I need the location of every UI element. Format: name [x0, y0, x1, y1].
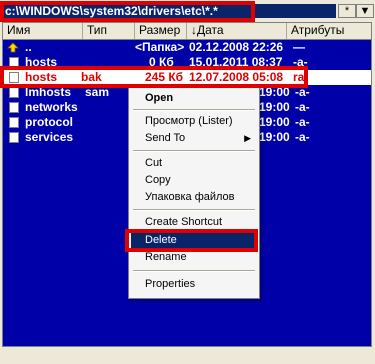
file-row-parent[interactable]: .. <Папка> 02.12.2008 22:26 —: [3, 40, 371, 55]
file-ext: bak: [81, 70, 102, 84]
file-date: 19:00: [259, 100, 290, 114]
menu-item-send-to-label: Send To: [145, 132, 186, 144]
menu-item-properties[interactable]: Properties: [131, 276, 257, 292]
file-attr: -a-: [295, 130, 310, 144]
file-date: 19:00: [259, 85, 290, 99]
file-manager-window: c:\WINDOWS\system32\drivers\etc\*.* * ▼ …: [0, 0, 375, 364]
up-folder-icon: [7, 42, 19, 53]
file-size: 245 Кб: [145, 70, 184, 84]
file-row-selected[interactable]: hosts bak 245 Кб 12.07.2008 05:08 ra-: [3, 70, 371, 85]
file-date: 12.07.2008 05:08: [189, 70, 284, 84]
menu-item-view[interactable]: Просмотр (Lister): [131, 113, 257, 129]
menu-separator: [133, 109, 255, 111]
menu-item-rename[interactable]: Rename: [131, 249, 257, 265]
path-bar: c:\WINDOWS\system32\drivers\etc\*.* * ▼: [2, 4, 374, 18]
column-name[interactable]: Имя: [3, 23, 83, 39]
file-name: ..: [25, 40, 32, 54]
file-icon: [9, 57, 19, 68]
submenu-arrow-icon: ▶: [244, 133, 251, 143]
file-size: <Папка>: [135, 40, 185, 54]
star-filter-button[interactable]: *: [338, 4, 356, 18]
menu-item-delete[interactable]: Delete: [131, 232, 257, 248]
file-size: 0 Кб: [149, 55, 174, 69]
menu-item-open[interactable]: Open: [131, 90, 257, 106]
history-dropdown-button[interactable]: ▼: [356, 4, 374, 18]
column-attributes[interactable]: Атрибуты: [287, 23, 371, 39]
file-icon: [9, 132, 19, 143]
file-name: lmhosts: [25, 85, 72, 99]
file-icon: [9, 72, 19, 83]
file-name: hosts: [25, 70, 58, 84]
file-icon: [9, 102, 19, 113]
file-icon: [9, 87, 19, 98]
menu-item-copy[interactable]: Copy: [131, 172, 257, 188]
file-name: protocol: [25, 115, 73, 129]
menu-separator: [133, 209, 255, 211]
file-name: networks: [25, 100, 78, 114]
file-icon: [9, 117, 19, 128]
file-ext: sam: [85, 85, 110, 99]
column-type[interactable]: Тип: [83, 23, 135, 39]
menu-item-send-to[interactable]: Send To ▶: [131, 130, 257, 146]
menu-item-create-shortcut[interactable]: Create Shortcut: [131, 214, 257, 230]
file-attr: —: [293, 40, 305, 54]
context-menu: Open Просмотр (Lister) Send To ▶ Cut Cop…: [128, 87, 260, 299]
menu-separator: [133, 270, 255, 272]
file-date: 15.01.2011 08:37: [189, 55, 283, 69]
file-date: 19:00: [259, 115, 290, 129]
file-attr: -a-: [295, 85, 310, 99]
file-name: services: [25, 130, 74, 144]
menu-item-cut[interactable]: Cut: [131, 155, 257, 171]
menu-separator: [133, 150, 255, 152]
file-date: 02.12.2008 22:26: [189, 40, 284, 54]
file-attr: -a-: [295, 115, 310, 129]
file-attr: -a-: [293, 55, 308, 69]
column-header: Имя Тип Размер ↓Дата Атрибуты: [3, 23, 371, 40]
file-row[interactable]: hosts 0 Кб 15.01.2011 08:37 -a-: [3, 55, 371, 70]
file-date: 19:00: [259, 130, 290, 144]
menu-item-pack[interactable]: Упаковка файлов: [131, 189, 257, 205]
file-name: hosts: [25, 55, 58, 69]
path-field[interactable]: c:\WINDOWS\system32\drivers\etc\*.*: [2, 4, 336, 18]
column-size[interactable]: Размер: [135, 23, 187, 39]
file-attr: -a-: [295, 100, 310, 114]
file-attr: ra-: [293, 70, 309, 84]
column-date[interactable]: ↓Дата: [187, 23, 287, 39]
